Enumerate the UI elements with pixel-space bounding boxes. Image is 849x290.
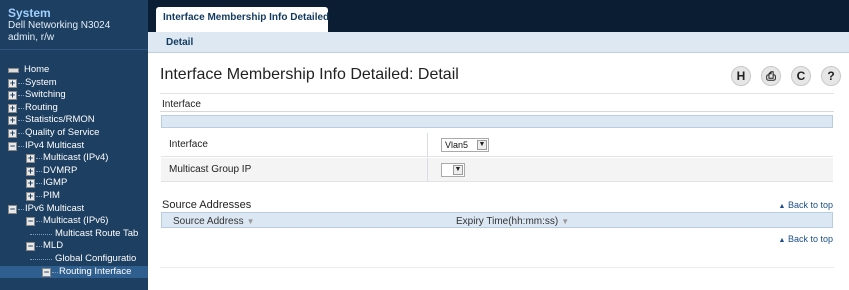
arrow-up-icon: ▲ (778, 203, 786, 210)
nav-item-switching[interactable]: + Switching (0, 89, 148, 102)
tab-bar: Interface Membership Info Detailed (148, 0, 849, 32)
nav-item-label: Quality of Service (25, 126, 100, 138)
interface-select-value: Vlan5 (445, 140, 469, 150)
nav-item-label: Multicast (IPv6) (43, 215, 109, 227)
device-name: Dell Networking N3024 (8, 20, 111, 31)
interface-label: Interface (169, 139, 208, 150)
expand-icon[interactable]: + (8, 128, 17, 138)
collapse-icon[interactable]: − (8, 204, 17, 214)
nav-item-label: Multicast (IPv4) (43, 152, 109, 164)
nav-item-ipv4-multicast[interactable]: − IPv4 Multicast (0, 140, 148, 153)
chevron-down-icon: ▼ (477, 140, 487, 150)
question-icon[interactable]: ? (821, 66, 841, 86)
interface-section-title: Interface (162, 99, 201, 110)
user-info: admin, r/w (8, 32, 55, 43)
nav-item-dvmrp[interactable]: + DVMRP (0, 165, 148, 178)
interface-select[interactable]: Vlan5 ▼ (441, 138, 489, 152)
home-icon (8, 68, 19, 73)
back-to-top-link[interactable]: ▲ Back to top (779, 200, 833, 210)
nav-item-label: MLD (43, 240, 64, 252)
nav-item-routing[interactable]: + Routing (0, 102, 148, 115)
nav-item-label: Multicast Route Tab (55, 227, 139, 239)
nav-item-home[interactable]: Home (0, 64, 148, 77)
footer-divider (160, 267, 834, 268)
page-title: Interface Membership Info Detailed: Deta… (160, 66, 459, 83)
collapse-icon[interactable]: − (26, 217, 35, 227)
nav-item-label: Routing (25, 101, 58, 113)
nav-item-multicast-ipv6[interactable]: − Multicast (IPv6) (0, 215, 148, 228)
back-to-top-label: Back to top (787, 234, 833, 244)
print-icon[interactable]: ⎙ (761, 66, 781, 86)
expand-icon[interactable]: + (26, 166, 35, 176)
expand-icon[interactable]: + (8, 78, 17, 88)
nav-item-label: Home (24, 64, 50, 75)
nav-item-multicast-route-tab[interactable]: Multicast Route Tab (0, 228, 148, 241)
source-addresses-title: Source Addresses (162, 199, 252, 211)
nav-item-routing-interface[interactable]: − Routing Interface (0, 265, 148, 279)
nav-item-quality-of-service[interactable]: + Quality of Service (0, 127, 148, 140)
page-tools: H ⎙ C ? (731, 66, 843, 86)
nav-item-label: DVMRP (43, 164, 78, 176)
nav-item-statistics-rmon[interactable]: + Statistics/RMON (0, 114, 148, 127)
collapse-icon[interactable]: − (26, 242, 35, 252)
collapse-icon[interactable]: − (42, 267, 51, 277)
title-separator (160, 93, 834, 94)
column-header-source-address[interactable]: Source Address ▼ (173, 216, 255, 227)
expand-icon[interactable]: + (26, 191, 35, 201)
collapse-icon[interactable]: − (8, 141, 17, 151)
table-row: Multicast Group IP ▼ (161, 158, 833, 182)
nav-item-multicast-ipv4[interactable]: + Multicast (IPv4) (0, 152, 148, 165)
system-header: System Dell Networking N3024 admin, r/w (0, 0, 148, 50)
tab-label: Interface Membership Info Detailed (163, 12, 330, 23)
tab-interface-membership-info-detailed[interactable]: Interface Membership Info Detailed (156, 7, 330, 32)
source-table-header: Source Address ▼ Expiry Time(hh:mm:ss) ▼ (161, 212, 833, 228)
nav-item-label: Global Configuratio (55, 252, 137, 264)
main-content: Interface Membership Info Detailed: Deta… (148, 53, 849, 290)
help-icon[interactable]: H (731, 66, 751, 86)
multicast-group-ip-select[interactable]: ▼ (441, 163, 465, 177)
nav-item-global-configuratio[interactable]: Global Configuratio (0, 253, 148, 266)
nav-item-label: IPv4 Multicast (25, 139, 85, 151)
multicast-group-ip-label: Multicast Group IP (169, 164, 252, 175)
sort-icon: ▼ (561, 217, 570, 226)
nav-item-label: Statistics/RMON (25, 114, 95, 126)
nav-item-ipv6-multicast[interactable]: − IPv6 Multicast (0, 203, 148, 216)
nav-item-mld[interactable]: − MLD (0, 240, 148, 253)
back-to-top-link-bottom[interactable]: ▲ Back to top (779, 234, 833, 244)
nav-item-label: Switching (25, 89, 66, 101)
nav-item-system[interactable]: + System (0, 77, 148, 90)
expand-icon[interactable]: + (26, 154, 35, 164)
expand-icon[interactable]: + (8, 116, 17, 126)
nav-item-igmp[interactable]: + IGMP (0, 177, 148, 190)
sub-tab-bar: Detail (148, 32, 849, 53)
interface-table-header (161, 115, 833, 128)
nav-item-label: IPv6 Multicast (25, 202, 85, 214)
nav-item-pim[interactable]: + PIM (0, 190, 148, 203)
nav-item-label: PIM (43, 189, 60, 201)
arrow-up-icon: ▲ (778, 237, 786, 244)
sort-icon: ▼ (246, 217, 255, 226)
expand-icon[interactable]: + (8, 103, 17, 113)
chevron-down-icon: ▼ (453, 165, 463, 175)
table-row: Interface Vlan5 ▼ (161, 133, 833, 157)
system-title[interactable]: System (8, 6, 148, 20)
sidebar: System Dell Networking N3024 admin, r/w … (0, 0, 148, 290)
subtab-detail[interactable]: Detail (166, 37, 193, 48)
expand-icon[interactable]: + (8, 91, 17, 101)
column-header-expiry-time[interactable]: Expiry Time(hh:mm:ss) ▼ (456, 216, 569, 227)
expand-icon[interactable]: + (26, 179, 35, 189)
section-divider (160, 111, 834, 112)
back-to-top-label: Back to top (787, 200, 833, 210)
nav-item-label: IGMP (43, 177, 68, 189)
nav-tree: Home + System + Switching + Routing + Statistics… (0, 50, 148, 279)
refresh-icon[interactable]: C (791, 66, 811, 86)
nav-item-label: System (25, 76, 57, 88)
nav-item-label: Routing Interface (59, 265, 132, 277)
